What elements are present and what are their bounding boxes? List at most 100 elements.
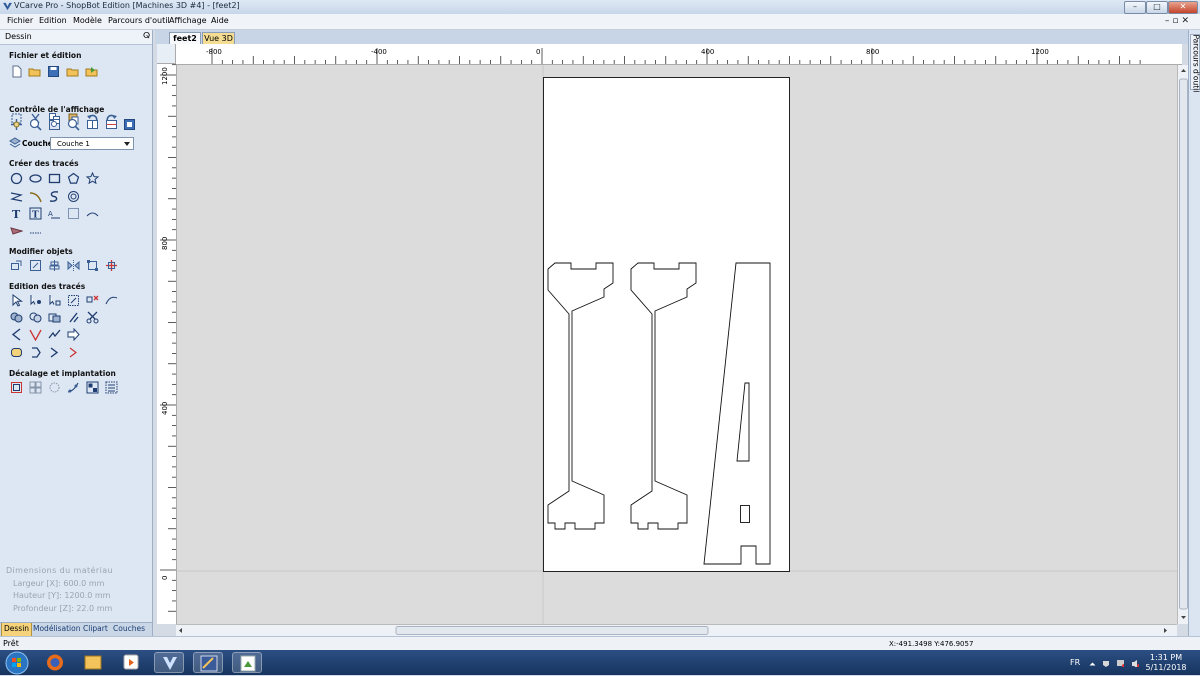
tray-expand-icon[interactable] (1089, 660, 1096, 667)
transform-icon[interactable] (105, 259, 118, 272)
tab-feet2[interactable]: feet2 (169, 32, 201, 44)
nesting-icon[interactable] (86, 381, 99, 394)
scissors-icon[interactable] (86, 311, 99, 324)
tab-vue-3d[interactable]: Vue 3D (202, 32, 235, 44)
firefox-taskbar-icon[interactable] (40, 652, 70, 673)
join-open-icon[interactable] (10, 328, 23, 341)
extend-icon[interactable] (67, 346, 80, 359)
auto-layout-icon[interactable] (105, 381, 118, 394)
tab-clipart[interactable]: Clipart (81, 623, 110, 636)
rectangle-icon[interactable] (48, 172, 61, 185)
horizontal-scrollbar[interactable] (176, 624, 1177, 636)
media-player-taskbar-icon[interactable] (116, 652, 146, 673)
offset-icon[interactable] (10, 381, 23, 394)
vectors-select-icon[interactable] (67, 294, 80, 307)
weld-icon[interactable] (10, 311, 23, 324)
pan-icon[interactable] (10, 118, 23, 131)
smooth-icon[interactable] (105, 294, 118, 307)
tray-clock[interactable]: 1:31 PM 5/11/2018 (1144, 653, 1188, 673)
toolpath-panel-tab[interactable]: Parcours d'outil (1190, 34, 1200, 90)
menu-edition[interactable]: Edition (39, 16, 67, 25)
intersect-icon[interactable] (48, 311, 61, 324)
polyline-icon[interactable] (10, 190, 23, 203)
scroll-down-icon[interactable] (1181, 616, 1186, 619)
minimize-button[interactable]: – (1124, 1, 1146, 14)
menu-parcours[interactable]: Parcours d'outil (108, 16, 170, 25)
view-3d-icon[interactable] (123, 118, 136, 131)
move-icon[interactable] (10, 259, 23, 272)
drawing-canvas[interactable] (177, 65, 1177, 624)
drawing-area[interactable] (177, 65, 1177, 624)
rounded-rect-icon[interactable] (10, 346, 23, 359)
star-icon[interactable] (86, 172, 99, 185)
view-layout-icon[interactable] (105, 118, 118, 131)
pin-icon[interactable]: ⵕ (143, 31, 150, 40)
zoom-extents-icon[interactable] (48, 118, 61, 131)
file-app-taskbar-icon[interactable] (232, 652, 262, 673)
tray-volume-icon[interactable] (1132, 660, 1139, 667)
save-icon[interactable] (47, 65, 60, 78)
zoom-in-icon[interactable] (67, 118, 80, 131)
interactive-select-icon[interactable] (48, 294, 61, 307)
mdi-window-controls[interactable]: –▫✕ (1165, 16, 1192, 26)
menu-affichage[interactable]: Affichage (169, 16, 207, 25)
zoom-box-icon[interactable] (29, 118, 42, 131)
scroll-up-icon[interactable] (1181, 69, 1186, 72)
menu-modele[interactable]: Modèle (73, 16, 102, 25)
open-folder-icon[interactable] (28, 65, 41, 78)
curve-icon[interactable] (48, 190, 61, 203)
curve-fit-icon[interactable] (48, 328, 61, 341)
trim-icon[interactable] (67, 311, 80, 324)
start-button-icon[interactable] (4, 651, 30, 675)
scroll-left-icon[interactable] (179, 628, 182, 633)
polygon-icon[interactable] (67, 172, 80, 185)
select-arrow-icon[interactable] (10, 294, 23, 307)
subtract-icon[interactable] (29, 311, 42, 324)
vcarve-taskbar-icon[interactable] (154, 652, 184, 673)
delete-node-icon[interactable] (86, 294, 99, 307)
tab-modelisation[interactable]: Modélisation (31, 623, 82, 636)
align-icon[interactable] (48, 259, 61, 272)
text-arc-icon[interactable] (67, 207, 80, 220)
scroll-right-icon[interactable] (1164, 628, 1167, 633)
auto-text-icon[interactable]: T (29, 207, 42, 220)
tray-network-icon[interactable] (1117, 660, 1124, 667)
menu-aide[interactable]: Aide (211, 16, 229, 25)
node-edit-icon[interactable] (29, 294, 42, 307)
distort-icon[interactable] (86, 259, 99, 272)
measure-icon[interactable] (29, 224, 42, 237)
text-bend-icon[interactable] (86, 207, 99, 220)
dogbone-icon[interactable] (29, 346, 42, 359)
close-button[interactable]: ✕ (1168, 1, 1198, 14)
array-copy-icon[interactable] (29, 381, 42, 394)
new-file-icon[interactable] (10, 65, 23, 78)
explorer-taskbar-icon[interactable] (78, 652, 108, 673)
language-indicator[interactable]: FR (1070, 658, 1080, 667)
circle-icon[interactable] (10, 172, 23, 185)
text-icon[interactable]: T (10, 207, 23, 220)
vertical-scroll-thumb[interactable] (1180, 79, 1188, 609)
import-icon[interactable] (85, 65, 98, 78)
tbone-icon[interactable] (48, 346, 61, 359)
fillet-icon[interactable] (67, 328, 80, 341)
layer-select[interactable]: Couche 1 (50, 137, 134, 150)
horizontal-scroll-thumb[interactable] (396, 627, 708, 635)
menu-fichier[interactable]: Fichier (7, 16, 33, 25)
copy-along-vector-icon[interactable] (67, 381, 80, 394)
tab-dessin[interactable]: Dessin (1, 623, 32, 637)
text-on-curve-icon[interactable]: A (48, 207, 61, 220)
design-app-taskbar-icon[interactable] (193, 652, 223, 673)
circular-array-icon[interactable] (48, 381, 61, 394)
arc-icon[interactable] (29, 190, 42, 203)
maximize-button[interactable]: □ (1146, 1, 1168, 14)
ellipse-icon[interactable] (29, 172, 42, 185)
mirror-icon[interactable] (67, 259, 80, 272)
view-split-icon[interactable] (86, 118, 99, 131)
tab-couches[interactable]: Couches (111, 623, 147, 636)
join-close-icon[interactable] (29, 328, 42, 341)
dimension-icon[interactable] (10, 224, 23, 237)
tray-action-center-icon[interactable] (1102, 660, 1109, 667)
spiral-icon[interactable] (67, 190, 80, 203)
size-icon[interactable] (29, 259, 42, 272)
open-recent-icon[interactable] (66, 65, 79, 78)
